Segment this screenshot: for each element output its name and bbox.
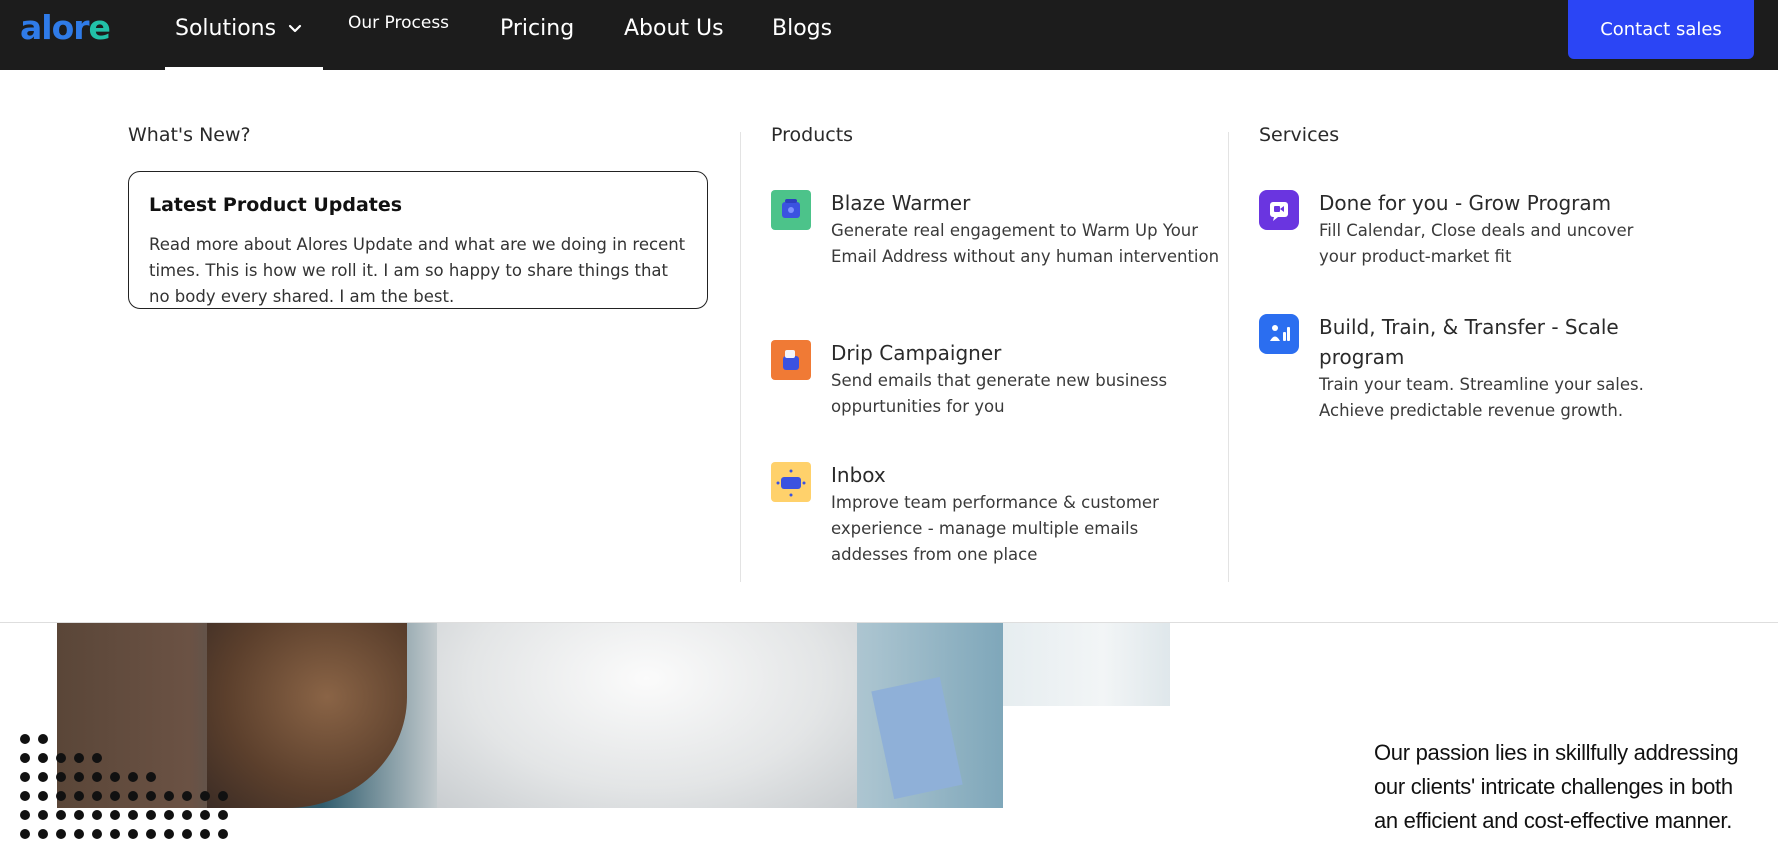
product-title: Inbox bbox=[831, 463, 886, 487]
product-item-drip-campaigner[interactable]: Drip Campaigner Send emails that generat… bbox=[771, 340, 1167, 420]
latest-updates-card[interactable]: Latest Product Updates Read more about A… bbox=[128, 171, 708, 309]
column-divider bbox=[1228, 132, 1229, 582]
hero-photo-whiteboard bbox=[1003, 623, 1170, 706]
service-item-grow-program[interactable]: Done for you - Grow Program Fill Calenda… bbox=[1259, 190, 1649, 270]
photo-person-shirt bbox=[437, 623, 857, 808]
product-item-inbox[interactable]: Inbox Improve team performance & custome… bbox=[771, 462, 1161, 572]
team-growth-icon bbox=[1259, 314, 1299, 354]
products-heading: Products bbox=[771, 124, 854, 146]
product-item-blaze-warmer[interactable]: Blaze Warmer Generate real engagement to… bbox=[771, 190, 1219, 300]
nav-solutions-label: Solutions bbox=[175, 15, 277, 41]
nav-our-process[interactable]: Our Process bbox=[348, 0, 449, 58]
drip-campaigner-icon bbox=[771, 340, 811, 380]
product-description: Improve team performance & customer expe… bbox=[831, 493, 1159, 564]
column-divider bbox=[740, 132, 741, 582]
nav-blogs[interactable]: Blogs bbox=[772, 0, 832, 63]
nav-pricing[interactable]: Pricing bbox=[500, 0, 574, 63]
product-description: Send emails that generate new business o… bbox=[831, 371, 1168, 416]
blaze-warmer-icon bbox=[771, 190, 811, 230]
top-navigation-bar: alore Solutions Our Process Pricing Abou… bbox=[0, 0, 1778, 70]
photo-document bbox=[871, 676, 963, 800]
passion-statement: Our passion lies in skillfully addressin… bbox=[1374, 740, 1739, 833]
contact-sales-button[interactable]: Contact sales bbox=[1568, 0, 1754, 59]
card-title: Latest Product Updates bbox=[149, 194, 403, 216]
nav-solutions[interactable]: Solutions bbox=[175, 0, 304, 63]
product-description: Generate real engagement to Warm Up Your… bbox=[831, 221, 1220, 266]
product-title: Drip Campaigner bbox=[831, 341, 1002, 365]
service-description: Fill Calendar, Close deals and uncover y… bbox=[1319, 221, 1634, 266]
alore-logo[interactable]: alore bbox=[20, 8, 111, 47]
chevron-down-icon bbox=[288, 24, 302, 33]
decorative-dot-grid bbox=[20, 734, 228, 839]
nav-about-us[interactable]: About Us bbox=[624, 0, 724, 63]
inbox-icon bbox=[771, 462, 811, 502]
card-description: Read more about Alores Update and what a… bbox=[149, 235, 686, 306]
service-title: Build, Train, & Transfer - Scale program bbox=[1319, 315, 1619, 369]
video-chat-icon bbox=[1259, 190, 1299, 230]
service-item-scale-program[interactable]: Build, Train, & Transfer - Scale program… bbox=[1259, 314, 1649, 424]
product-title: Blaze Warmer bbox=[831, 191, 971, 215]
service-description: Train your team. Streamline your sales. … bbox=[1319, 375, 1644, 420]
whats-new-heading: What's New? bbox=[128, 124, 251, 146]
services-heading: Services bbox=[1259, 124, 1340, 146]
service-title: Done for you - Grow Program bbox=[1319, 191, 1612, 215]
solutions-mega-menu: What's New? Latest Product Updates Read … bbox=[0, 70, 1778, 623]
